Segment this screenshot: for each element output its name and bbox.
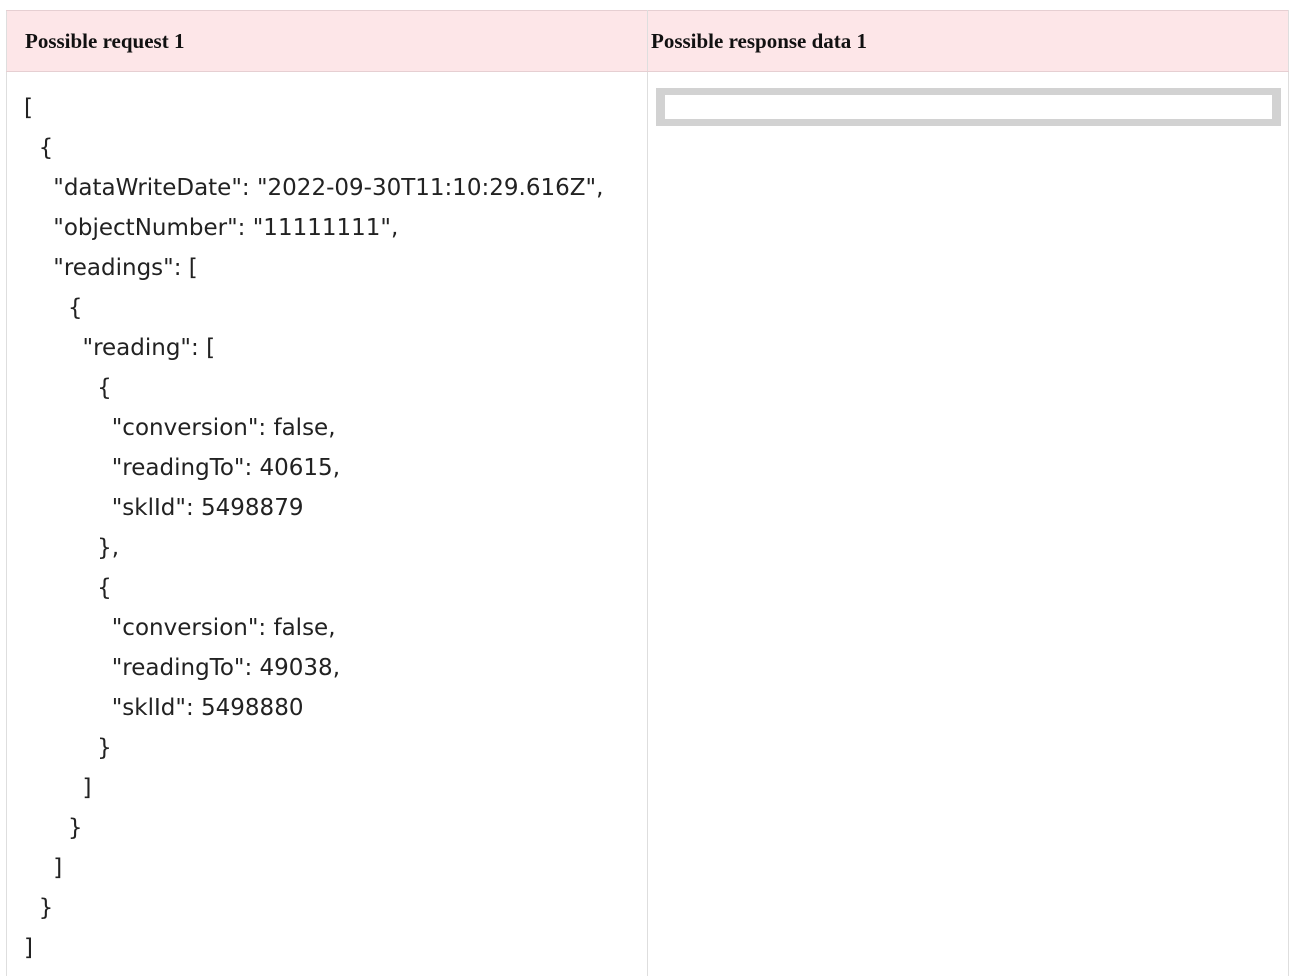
table-body-row: [ { "dataWriteDate": "2022-09-30T11:10:2… (6, 71, 1289, 976)
response-column-header: Possible response data 1 (647, 10, 1289, 72)
code-line: "readingTo": 49038, (24, 655, 341, 681)
code-line: "objectNumber": "11111111", (24, 215, 399, 241)
response-code-content (665, 95, 1272, 119)
code-line: { (24, 295, 83, 321)
code-line: "conversion": false, (24, 415, 336, 441)
code-line: "sklId": 5498880 (24, 695, 304, 721)
code-line: } (24, 815, 83, 841)
code-line: ] (24, 855, 63, 881)
request-column-header: Possible request 1 (6, 10, 648, 72)
code-line: }, (24, 535, 120, 561)
code-line: "sklId": 5498879 (24, 495, 304, 521)
response-cell (647, 71, 1289, 976)
code-line: [ (24, 95, 33, 121)
code-line: { (24, 575, 112, 601)
request-code-block: [ { "dataWriteDate": "2022-09-30T11:10:2… (7, 72, 647, 968)
code-line: ] (24, 775, 92, 801)
code-line: "conversion": false, (24, 615, 336, 641)
code-line: } (24, 895, 54, 921)
code-line: ] (24, 935, 33, 961)
code-line: "reading": [ (24, 335, 216, 361)
response-code-box (656, 88, 1281, 126)
request-response-table: Possible request 1 Possible response dat… (6, 10, 1289, 976)
code-line: "readings": [ (24, 255, 198, 281)
code-line: { (24, 135, 54, 161)
code-line: "dataWriteDate": "2022-09-30T11:10:29.61… (24, 175, 604, 201)
request-cell: [ { "dataWriteDate": "2022-09-30T11:10:2… (6, 71, 648, 976)
code-line: "readingTo": 40615, (24, 455, 341, 481)
code-line: { (24, 375, 112, 401)
table-header-row: Possible request 1 Possible response dat… (6, 10, 1289, 72)
code-line: } (24, 735, 112, 761)
